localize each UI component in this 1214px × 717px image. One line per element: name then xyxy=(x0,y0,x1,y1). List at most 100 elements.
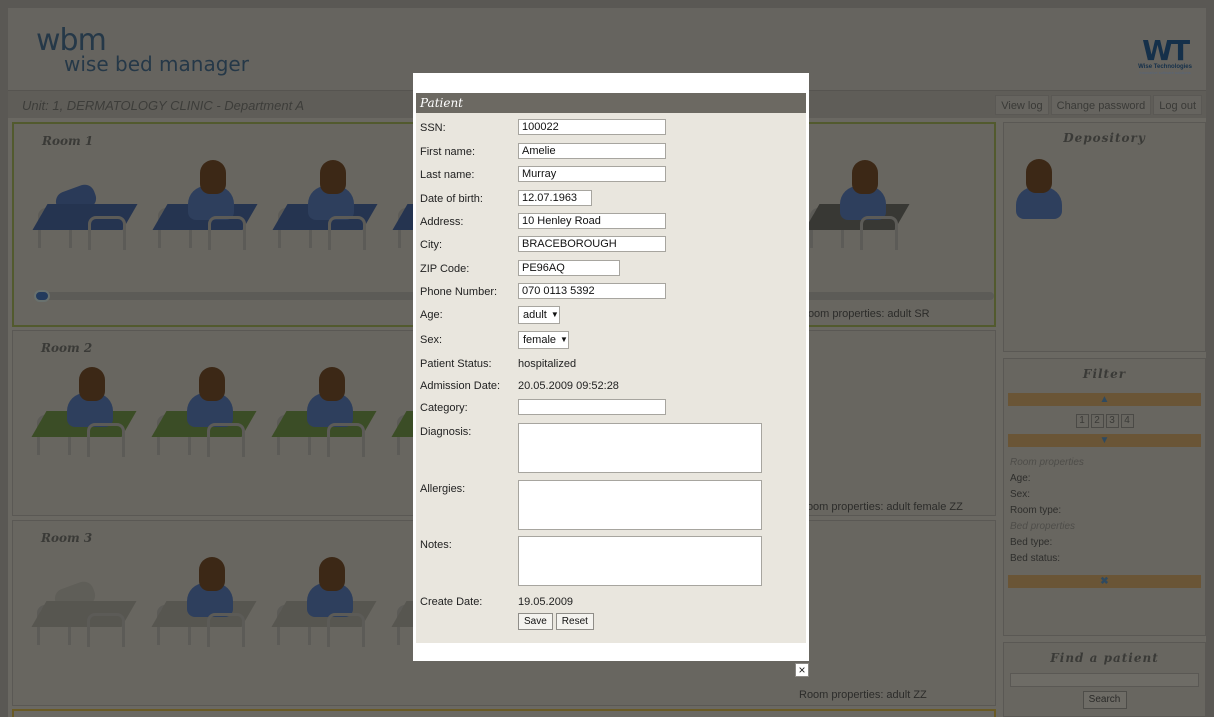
dob-label: Date of birth: xyxy=(420,193,483,205)
sex-label: Sex: xyxy=(420,334,443,346)
allergies-label: Allergies: xyxy=(420,483,466,495)
bed-properties-heading: Bed properties xyxy=(1010,521,1076,532)
bed-occupied[interactable] xyxy=(267,367,377,459)
find-patient-panel: Find a patient Search xyxy=(1003,642,1206,717)
filter-bed-status-label: Bed status: xyxy=(1010,553,1061,564)
depository-title: Depository xyxy=(1063,131,1146,145)
room-title: Room 1 xyxy=(42,134,94,148)
filter-pages: 1234 xyxy=(1004,414,1205,428)
diagnosis-label: Diagnosis: xyxy=(420,426,472,438)
logo-text: wise bed manager xyxy=(64,52,249,76)
top-links: View log Change password Log out xyxy=(995,95,1202,115)
depository-panel[interactable]: Depository xyxy=(1003,122,1206,352)
chevron-up-icon: ▲ xyxy=(1099,394,1110,405)
filter-room-type-label: Room type: xyxy=(1010,505,1062,516)
page-3[interactable]: 3 xyxy=(1105,414,1119,428)
page-2[interactable]: 2 xyxy=(1090,414,1104,428)
filter-sex-label: Sex: xyxy=(1010,489,1031,500)
page-4[interactable]: 4 xyxy=(1120,414,1134,428)
last-name-field[interactable]: Murray xyxy=(518,166,666,182)
right-panel: Depository Filter ▲ 1234 ▼ Room properti… xyxy=(1003,122,1206,717)
first-name-field[interactable]: Amelie xyxy=(518,143,666,159)
room-title: Room 2 xyxy=(41,341,93,355)
create-date-value: 19.05.2009 xyxy=(518,596,574,608)
phone-label: Phone Number: xyxy=(420,286,498,298)
bed[interactable] xyxy=(27,557,137,649)
last-name-label: Last name: xyxy=(420,169,475,181)
admission-value: 20.05.2009 09:52:28 xyxy=(518,380,619,392)
create-date-label: Create Date: xyxy=(420,596,483,608)
age-label: Age: xyxy=(420,309,443,321)
unit-title: Unit: 1, DERMATOLOGY CLINIC - Department… xyxy=(22,98,304,113)
partner-tagline: Innovative software solutions xyxy=(1139,70,1191,75)
patient-dialog: Patient SSN: 100022 First name: Amelie Las… xyxy=(413,73,809,661)
log-out-link[interactable]: Log out xyxy=(1153,95,1202,115)
phone-field[interactable]: 070 0113 5392 xyxy=(518,283,666,299)
city-label: City: xyxy=(420,239,442,251)
admission-label: Admission Date: xyxy=(420,380,501,392)
view-log-link[interactable]: View log xyxy=(995,95,1049,115)
bed-occupied[interactable] xyxy=(267,557,377,649)
filter-age-label: Age: xyxy=(1010,473,1031,484)
zip-field[interactable]: PE96AQ xyxy=(518,260,620,276)
filter-down-button[interactable]: ▼ xyxy=(1008,434,1201,447)
patient-icon[interactable] xyxy=(1016,159,1062,219)
allergies-textarea[interactable] xyxy=(518,480,762,530)
filter-up-button[interactable]: ▲ xyxy=(1008,393,1201,406)
find-patient-title: Find a patient xyxy=(1050,651,1159,665)
zip-label: ZIP Code: xyxy=(420,263,470,275)
bed-occupied[interactable] xyxy=(268,160,378,252)
patient-form: Patient SSN: 100022 First name: Amelie Las… xyxy=(416,93,806,643)
status-value: hospitalized xyxy=(518,358,577,370)
ssn-field[interactable]: 100022 xyxy=(518,119,666,135)
scroll-thumb[interactable] xyxy=(34,290,50,302)
status-label: Patient Status: xyxy=(420,358,492,370)
close-icon: ✖ xyxy=(1100,576,1109,587)
find-patient-input[interactable] xyxy=(1010,673,1199,687)
bed-occupied[interactable] xyxy=(147,557,257,649)
ssn-label: SSN: xyxy=(420,122,446,134)
room-title: Room 3 xyxy=(41,531,93,545)
chevron-down-icon: ▼ xyxy=(560,335,568,344)
change-password-link[interactable]: Change password xyxy=(1050,95,1152,115)
bed-occupied[interactable] xyxy=(800,160,910,252)
logo-mark: wbm xyxy=(36,23,107,58)
dob-field[interactable]: 12.07.1963 xyxy=(518,190,592,206)
notes-label: Notes: xyxy=(420,539,452,551)
save-button[interactable]: Save xyxy=(518,613,553,630)
search-button[interactable]: Search xyxy=(1082,691,1127,709)
category-field[interactable] xyxy=(518,399,666,415)
chevron-down-icon: ▼ xyxy=(550,310,559,319)
room-properties: Room properties: adult SR xyxy=(800,308,930,320)
address-field[interactable]: 10 Henley Road xyxy=(518,213,666,229)
wbm-logo: wbm wise bed manager xyxy=(36,23,249,77)
chevron-down-icon: ▼ xyxy=(1099,435,1110,446)
room-properties: Room properties: adult female ZZ xyxy=(799,501,963,513)
sex-select[interactable]: female ▼ xyxy=(518,331,569,349)
age-select[interactable]: adult ▼ xyxy=(518,306,560,324)
filter-bed-type-label: Bed type: xyxy=(1010,537,1053,548)
notes-textarea[interactable] xyxy=(518,536,762,586)
filter-panel: Filter ▲ 1234 ▼ Room properties Age: Sex… xyxy=(1003,358,1206,636)
dialog-title: Patient xyxy=(416,93,806,113)
filter-properties: Room properties Age: Sex: Room type: Bed… xyxy=(1004,451,1205,571)
bed-occupied[interactable] xyxy=(148,160,258,252)
partner-mark: WT xyxy=(1142,34,1190,67)
close-icon[interactable]: × xyxy=(795,663,809,677)
room-properties-heading: Room properties xyxy=(1010,457,1084,468)
diagnosis-textarea[interactable] xyxy=(518,423,762,473)
room-properties: Room properties: adult ZZ xyxy=(799,689,927,701)
filter-title: Filter xyxy=(1082,367,1127,381)
category-label: Category: xyxy=(420,402,468,414)
age-value: adult xyxy=(523,309,547,321)
bed-occupied[interactable] xyxy=(27,367,137,459)
page-1[interactable]: 1 xyxy=(1075,414,1089,428)
wise-technologies-logo: WT Wise Technologies Innovative software… xyxy=(1138,34,1192,76)
filter-clear-button[interactable]: ✖ xyxy=(1008,575,1201,588)
bed-occupied[interactable] xyxy=(147,367,257,459)
room-4-edge xyxy=(12,709,996,717)
reset-button[interactable]: Reset xyxy=(555,613,594,630)
bed[interactable] xyxy=(28,160,138,252)
address-label: Address: xyxy=(420,216,464,228)
city-field[interactable]: BRACEBOROUGH xyxy=(518,236,666,252)
